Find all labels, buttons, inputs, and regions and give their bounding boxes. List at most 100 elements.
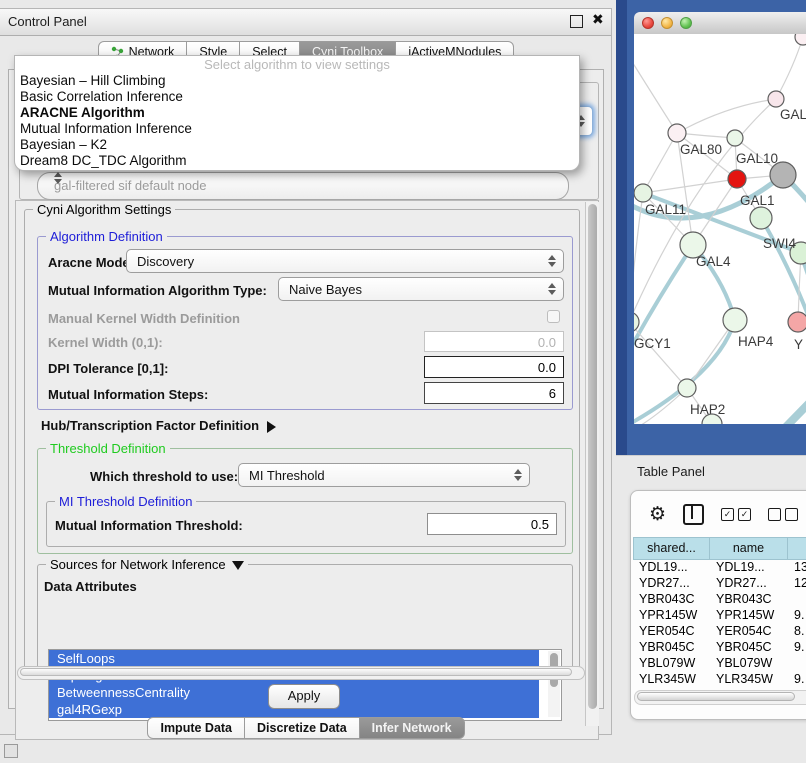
node-label: GAL10 [736,151,778,166]
table-column-header[interactable]: shared... [633,537,710,560]
select-all-checkboxes-icon[interactable]: ✓✓ [721,508,751,521]
aracne-mode-value: Discovery [137,254,194,269]
network-node-gal80[interactable] [668,124,686,142]
algorithm-option[interactable]: Bayesian – K2 [15,137,579,153]
table-row[interactable]: YIL052CYIL052C9 [633,687,806,688]
table-cell [788,655,806,671]
table-row[interactable]: YER054CYER054C8. [633,623,806,639]
network-node[interactable] [770,162,796,188]
network-node-gal10[interactable] [727,130,743,146]
network-node-gal2[interactable] [768,91,784,107]
aracne-mode-label: Aracne Mode: [48,255,134,270]
manual-kernel-checkbox[interactable] [547,310,560,323]
minimize-traffic-light-icon[interactable] [661,17,673,29]
table-row[interactable]: YBR045CYBR045C9. [633,639,806,655]
mi-type-combo[interactable]: Naive Bayes [278,277,564,301]
network-node-hap4[interactable] [723,308,747,332]
table-cell: 9. [788,607,806,623]
table-cell: YER054C [633,623,710,639]
network-edge-thick[interactable] [754,372,806,424]
settings-vertical-scrollbar[interactable] [585,202,599,726]
combo-stepper-icon [514,469,522,481]
settings-horizontal-scrollbar[interactable] [17,666,585,680]
bottom-tabbar: Impute DataDiscretize DataInfer Network [0,717,612,739]
minimized-panel-icon[interactable] [4,744,18,758]
node-table[interactable]: shared...name YDL19...YDL19...13YDR27...… [633,537,806,688]
mi-threshold-input[interactable]: 0.5 [427,513,557,535]
table-row[interactable]: YBR043CYBR043C [633,591,806,607]
table-cell [788,591,806,607]
table-cell: 9. [788,639,806,655]
algorithm-option[interactable]: Bayesian – Hill Climbing [15,73,579,89]
network-edge[interactable] [643,179,737,193]
table-row[interactable]: YDR27...YDR27...12 [633,575,806,591]
deselect-all-checkboxes-icon[interactable] [768,508,798,521]
dpi-tolerance-input[interactable]: 0.0 [424,356,564,378]
network-window-titlebar[interactable] [634,12,806,35]
table-column-header[interactable] [788,537,806,560]
table-cell: YPR145W [710,607,788,623]
tab-discretize-data[interactable]: Discretize Data [245,717,360,739]
algorithm-option[interactable]: Mutual Information Inference [15,121,579,137]
which-threshold-combo[interactable]: MI Threshold [238,463,530,487]
table-horizontal-scrollbar[interactable] [634,690,806,705]
network-node[interactable] [795,34,806,45]
network-edge[interactable] [643,133,677,193]
network-node[interactable] [750,207,772,229]
close-icon[interactable]: ✖ [592,11,604,28]
node-label: GAL80 [680,142,722,157]
close-traffic-light-icon[interactable] [642,17,654,29]
table-cell: YBL079W [633,655,710,671]
mi-threshold-label: Mutual Information Threshold: [55,518,243,533]
kernel-width-input[interactable]: 0.0 [424,331,564,352]
zoom-traffic-light-icon[interactable] [680,17,692,29]
aracne-mode-combo[interactable]: Discovery [126,249,564,273]
table-column-header[interactable]: name [710,537,788,560]
tab-impute-data[interactable]: Impute Data [147,717,245,739]
algorithm-popup-prompt: Select algorithm to view settings [15,56,579,73]
network-edge[interactable] [634,52,677,133]
table-cell: YDL19... [633,559,710,575]
cyni-algorithm-settings-group: Cyni Algorithm Settings Algorithm Defini… [24,209,580,669]
network-edge[interactable] [677,99,776,133]
table-row[interactable]: YLR345WYLR345W9. [633,671,806,687]
network-canvas[interactable]: GAL2GAL80GAL10GAL1GAL11GAL4SWI4GCY1HAP4Y… [634,34,806,424]
table-cell: YBR045C [633,639,710,655]
node-label: GAL2 [780,107,806,122]
network-view-window: GAL2GAL80GAL10GAL1GAL11GAL4SWI4GCY1HAP4Y… [634,12,806,424]
attribute-list-item[interactable]: SelfLoops [49,650,539,667]
gear-icon[interactable]: ⚙ [649,505,666,524]
algorithm-option[interactable]: Basic Correlation Inference [15,89,579,105]
algorithm-option[interactable]: Dream8 DC_TDC Algorithm [15,153,579,169]
table-row[interactable]: YBL079WYBL079W [633,655,806,671]
mi-type-value: Naive Bayes [289,282,362,297]
network-node-gal11[interactable] [634,184,652,202]
algorithm-definition-title: Algorithm Definition [46,229,167,244]
network-edge[interactable] [776,37,803,99]
table-cell: YDR27... [710,575,788,591]
hub-definition-toggle[interactable]: Hub/Transcription Factor Definition [41,418,276,433]
cyni-settings-scrollpane: Cyni Algorithm Settings Algorithm Defini… [15,200,599,740]
network-node-y[interactable] [788,312,806,332]
dpi-tolerance-label: DPI Tolerance [0,1]: [48,361,168,376]
table-cell: YER054C [710,623,788,639]
list-scrollbar[interactable] [548,651,560,717]
network-source-combo[interactable]: gal-filtered sif default node [37,172,569,200]
table-row[interactable]: YDL19...YDL19...13 [633,559,806,575]
apply-button[interactable]: Apply [268,684,340,709]
algorithm-definition-group: Algorithm Definition Aracne Mode: Discov… [37,236,573,410]
columns-icon[interactable] [683,504,704,525]
network-node-gal1[interactable] [728,170,746,188]
mi-steps-input[interactable]: 6 [424,382,564,404]
algorithm-option[interactable]: ARACNE Algorithm [15,105,579,121]
table-row[interactable]: YPR145WYPR145W9. [633,607,806,623]
table-cell: YIL052C [710,687,788,688]
table-cell: YLR345W [710,671,788,687]
network-node-hap2[interactable] [678,379,696,397]
table-cell: 8. [788,623,806,639]
network-node-gcy1[interactable] [634,312,639,332]
float-window-icon[interactable] [570,15,583,28]
tab-infer-network[interactable]: Infer Network [360,717,465,739]
mi-threshold-group: MI Threshold Definition Mutual Informati… [46,501,566,547]
sources-group-title[interactable]: Sources for Network Inference [46,557,248,572]
